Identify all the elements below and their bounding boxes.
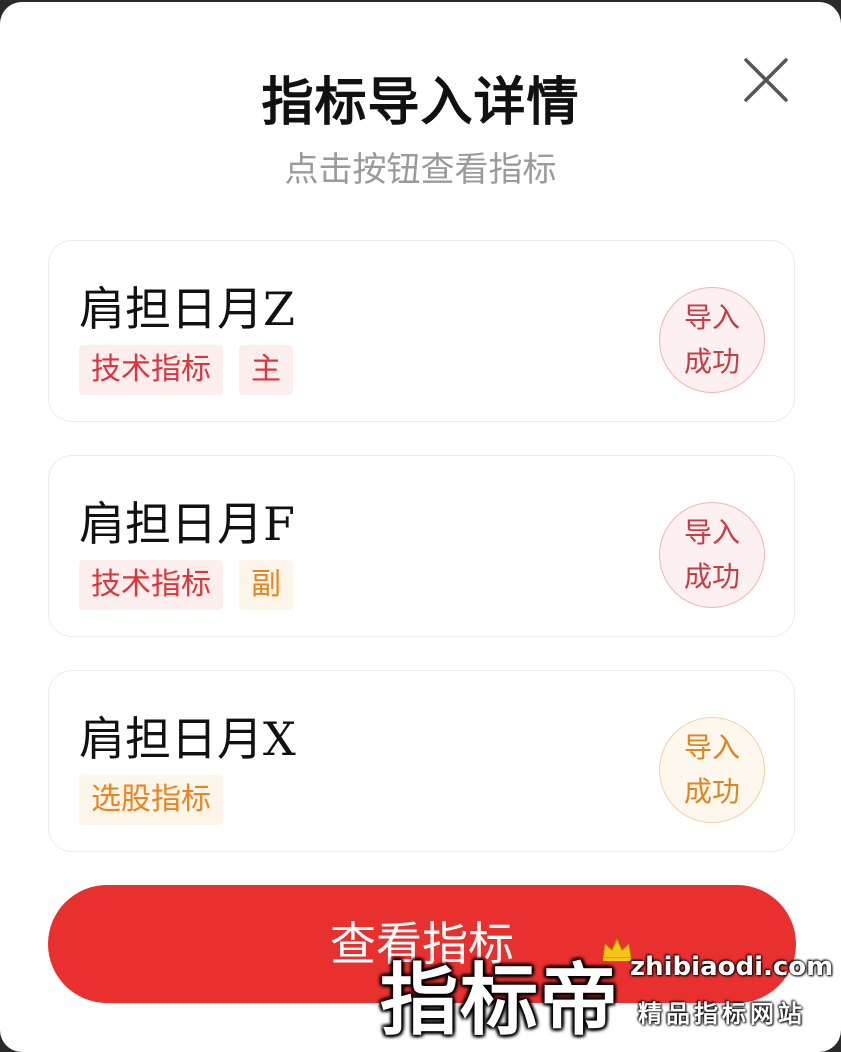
close-icon — [744, 58, 788, 102]
indicator-card: 肩担日月F 技术指标 副 导入 成功 — [48, 455, 795, 637]
dialog-subtitle: 点击按钮查看指标 — [284, 150, 557, 190]
indicator-type-tag: 技术指标 — [79, 345, 223, 395]
close-button[interactable] — [740, 54, 792, 106]
import-success-stamp: 导入 成功 — [659, 502, 765, 608]
stamp-line-2: 成功 — [683, 345, 740, 378]
import-success-stamp: 导入 成功 — [659, 287, 765, 393]
indicator-chart-tag: 副 — [239, 560, 293, 610]
indicator-tags: 技术指标 主 — [79, 345, 293, 395]
indicator-type-tag: 技术指标 — [79, 560, 223, 610]
indicator-card: 肩担日月Z 技术指标 主 导入 成功 — [48, 240, 795, 422]
dialog-title: 指标导入详情 — [261, 73, 580, 133]
indicator-name: 肩担日月F — [79, 497, 295, 551]
stamp-line-1: 导入 — [683, 516, 740, 549]
stamp-line-2: 成功 — [683, 775, 740, 808]
import-details-dialog: 指标导入详情 点击按钮查看指标 肩担日月Z 技术指标 主 导入 成功 肩担日月F… — [0, 2, 841, 1052]
indicator-name: 肩担日月Z — [79, 282, 295, 336]
indicator-tags: 技术指标 副 — [79, 560, 293, 610]
stamp-line-1: 导入 — [683, 731, 740, 764]
indicator-type-tag: 选股指标 — [79, 775, 223, 825]
import-success-stamp: 导入 成功 — [659, 717, 765, 823]
stamp-line-1: 导入 — [683, 301, 740, 334]
indicator-name: 肩担日月X — [79, 712, 296, 766]
view-indicators-button[interactable]: 查看指标 — [48, 885, 796, 1003]
indicator-tags: 选股指标 — [79, 775, 223, 825]
indicator-chart-tag: 主 — [239, 345, 293, 395]
stamp-line-2: 成功 — [683, 560, 740, 593]
indicator-card: 肩担日月X 选股指标 导入 成功 — [48, 670, 795, 852]
